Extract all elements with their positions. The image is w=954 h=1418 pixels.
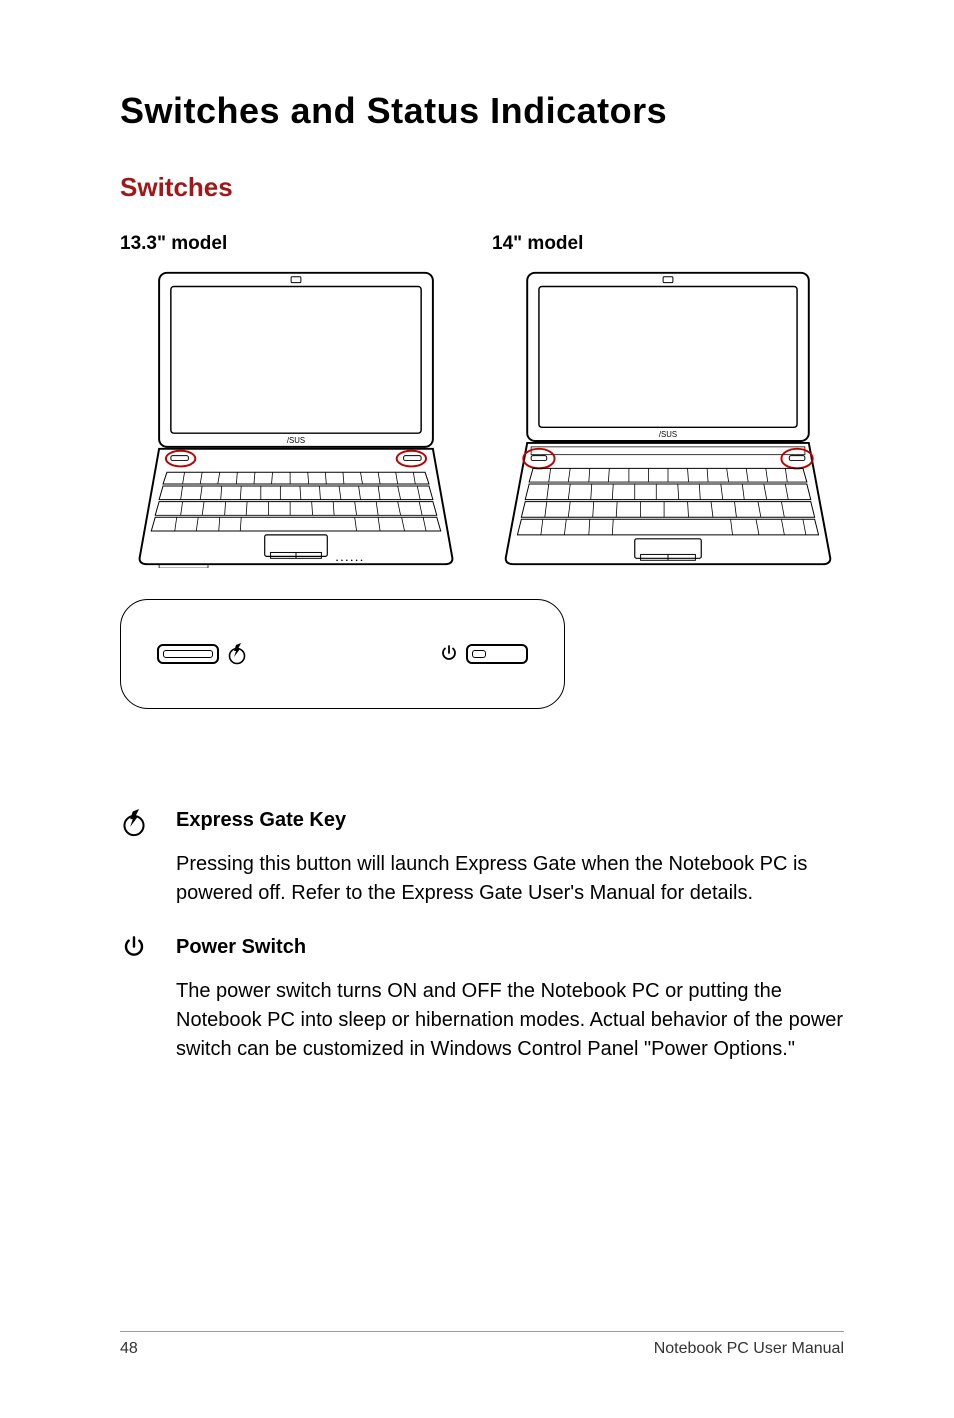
express-gate-icon [227,643,247,665]
feature-title: Power Switch [176,936,844,959]
model-row: 13.3" model /SUS [120,233,844,573]
section-heading: Switches [120,172,844,203]
switch-closeup-panel [120,599,565,709]
power-icon [440,645,458,663]
page-title: Switches and Status Indicators [120,90,844,132]
page-footer: 48 Notebook PC User Manual [120,1331,844,1358]
feature-power-switch: Power Switch The power switch turns ON a… [120,936,844,1064]
svg-text:/SUS: /SUS [659,430,677,439]
laptop-diagram-14: /SUS [492,265,844,568]
feature-express-gate: Express Gate Key Pressing this button wi… [120,809,844,908]
feature-text: Pressing this button will launch Express… [176,850,844,908]
svg-text:/SUS: /SUS [287,436,305,445]
power-button-graphic [466,644,528,664]
feature-title: Express Gate Key [176,809,844,832]
footer-label: Notebook PC User Manual [654,1340,844,1358]
model-col-14: 14" model /SUS [492,233,844,573]
express-gate-button-graphic [157,644,219,664]
laptop-diagram-13: /SUS [120,265,472,568]
feature-text: The power switch turns ON and OFF the No… [176,977,844,1064]
model-col-13: 13.3" model /SUS [120,233,472,573]
express-gate-icon [121,809,147,837]
express-gate-switch [157,643,247,665]
page-number: 48 [120,1340,138,1358]
page-content: Switches and Status Indicators Switches … [0,0,954,1132]
model-label-13: 13.3" model [120,233,472,255]
power-switch [440,644,528,664]
model-label-14: 14" model [492,233,844,255]
power-icon [122,936,146,960]
